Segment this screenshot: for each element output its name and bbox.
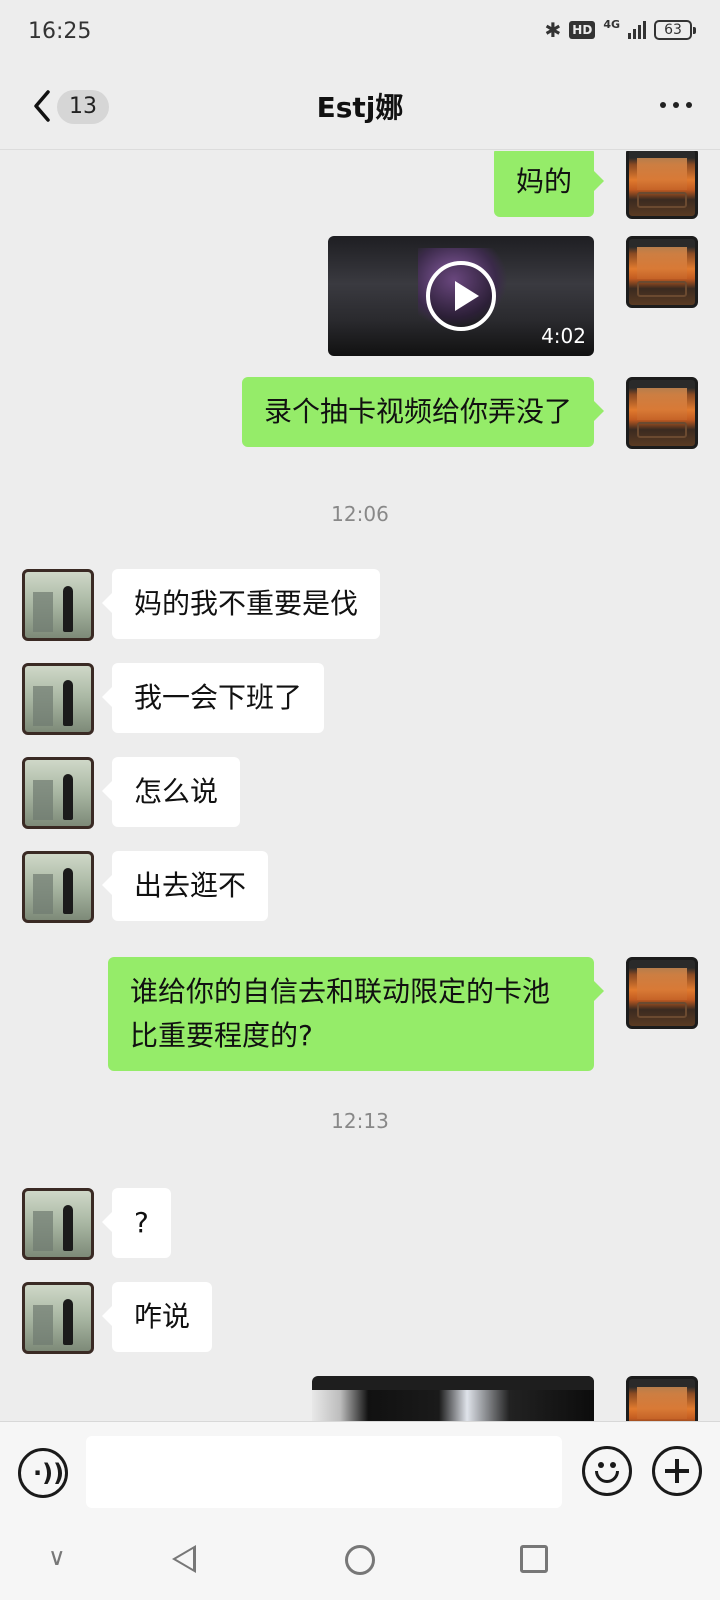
status-time: 16:25 — [28, 19, 92, 44]
contact-avatar[interactable] — [22, 757, 94, 829]
timestamp: 12:13 — [331, 1109, 389, 1133]
bluetooth-icon: ✱ — [544, 18, 562, 42]
contact-avatar[interactable] — [22, 1282, 94, 1354]
play-icon[interactable] — [426, 261, 496, 331]
nav-recent-icon[interactable] — [520, 1545, 548, 1573]
contact-message-bubble[interactable]: 怎么说 — [101, 757, 241, 827]
my-avatar[interactable] — [626, 236, 698, 308]
chevron-down-icon[interactable]: ∨ — [48, 1543, 66, 1571]
system-nav-bar: ∨ — [0, 1521, 720, 1600]
chat-header: 13 Estj娜 — [0, 64, 720, 150]
hd-badge: HD — [569, 21, 596, 39]
contact-message-bubble[interactable]: 出去逛不 — [101, 851, 269, 921]
contact-avatar[interactable] — [22, 1188, 94, 1260]
my-avatar[interactable] — [626, 151, 698, 219]
my-avatar[interactable] — [626, 377, 698, 449]
network-type: 4G — [603, 17, 620, 31]
voice-icon[interactable]: ·)) — [18, 1448, 68, 1498]
contact-avatar[interactable] — [22, 851, 94, 923]
contact-message-bubble[interactable]: ? — [102, 1188, 171, 1258]
unread-count-badge[interactable]: 13 — [57, 90, 109, 124]
input-bar: ·)) — [0, 1421, 720, 1521]
nav-back-icon[interactable] — [172, 1545, 196, 1573]
video-message[interactable]: 4:02 — [328, 236, 594, 356]
contact-avatar[interactable] — [22, 569, 94, 641]
timestamp: 12:06 — [331, 502, 389, 526]
chat-title: Estj娜 — [316, 91, 404, 124]
battery-icon: 63 — [654, 20, 696, 40]
video-message[interactable] — [312, 1376, 594, 1421]
my-message-bubble[interactable]: 妈的 — [493, 151, 605, 217]
my-message-bubble[interactable]: 录个抽卡视频给你弄没了 — [241, 377, 605, 447]
contact-message-bubble[interactable]: 咋说 — [101, 1282, 213, 1352]
video-duration: 4:02 — [541, 324, 586, 348]
contact-avatar[interactable] — [22, 663, 94, 735]
status-bar: 16:25 ✱ HD 4G 63 — [0, 0, 720, 64]
more-dots-icon[interactable] — [660, 102, 692, 108]
message-list[interactable]: 妈的 4:02 录个抽卡视频给你弄没了 12:06 妈的我不重要是伐 我一会下班… — [0, 151, 720, 1421]
my-avatar[interactable] — [626, 957, 698, 1029]
signal-icon — [628, 21, 646, 39]
message-input[interactable] — [86, 1436, 562, 1508]
emoji-icon[interactable] — [582, 1446, 632, 1496]
contact-message-bubble[interactable]: 我一会下班了 — [101, 663, 325, 733]
my-avatar[interactable] — [626, 1376, 698, 1421]
my-message-bubble[interactable]: 谁给你的自信去和联动限定的卡池比重要程度的? — [108, 957, 604, 1071]
contact-message-bubble[interactable]: 妈的我不重要是伐 — [101, 569, 381, 639]
status-icons: ✱ HD 4G 63 — [544, 17, 696, 42]
nav-home-icon[interactable] — [345, 1545, 375, 1575]
plus-icon[interactable] — [652, 1446, 702, 1496]
